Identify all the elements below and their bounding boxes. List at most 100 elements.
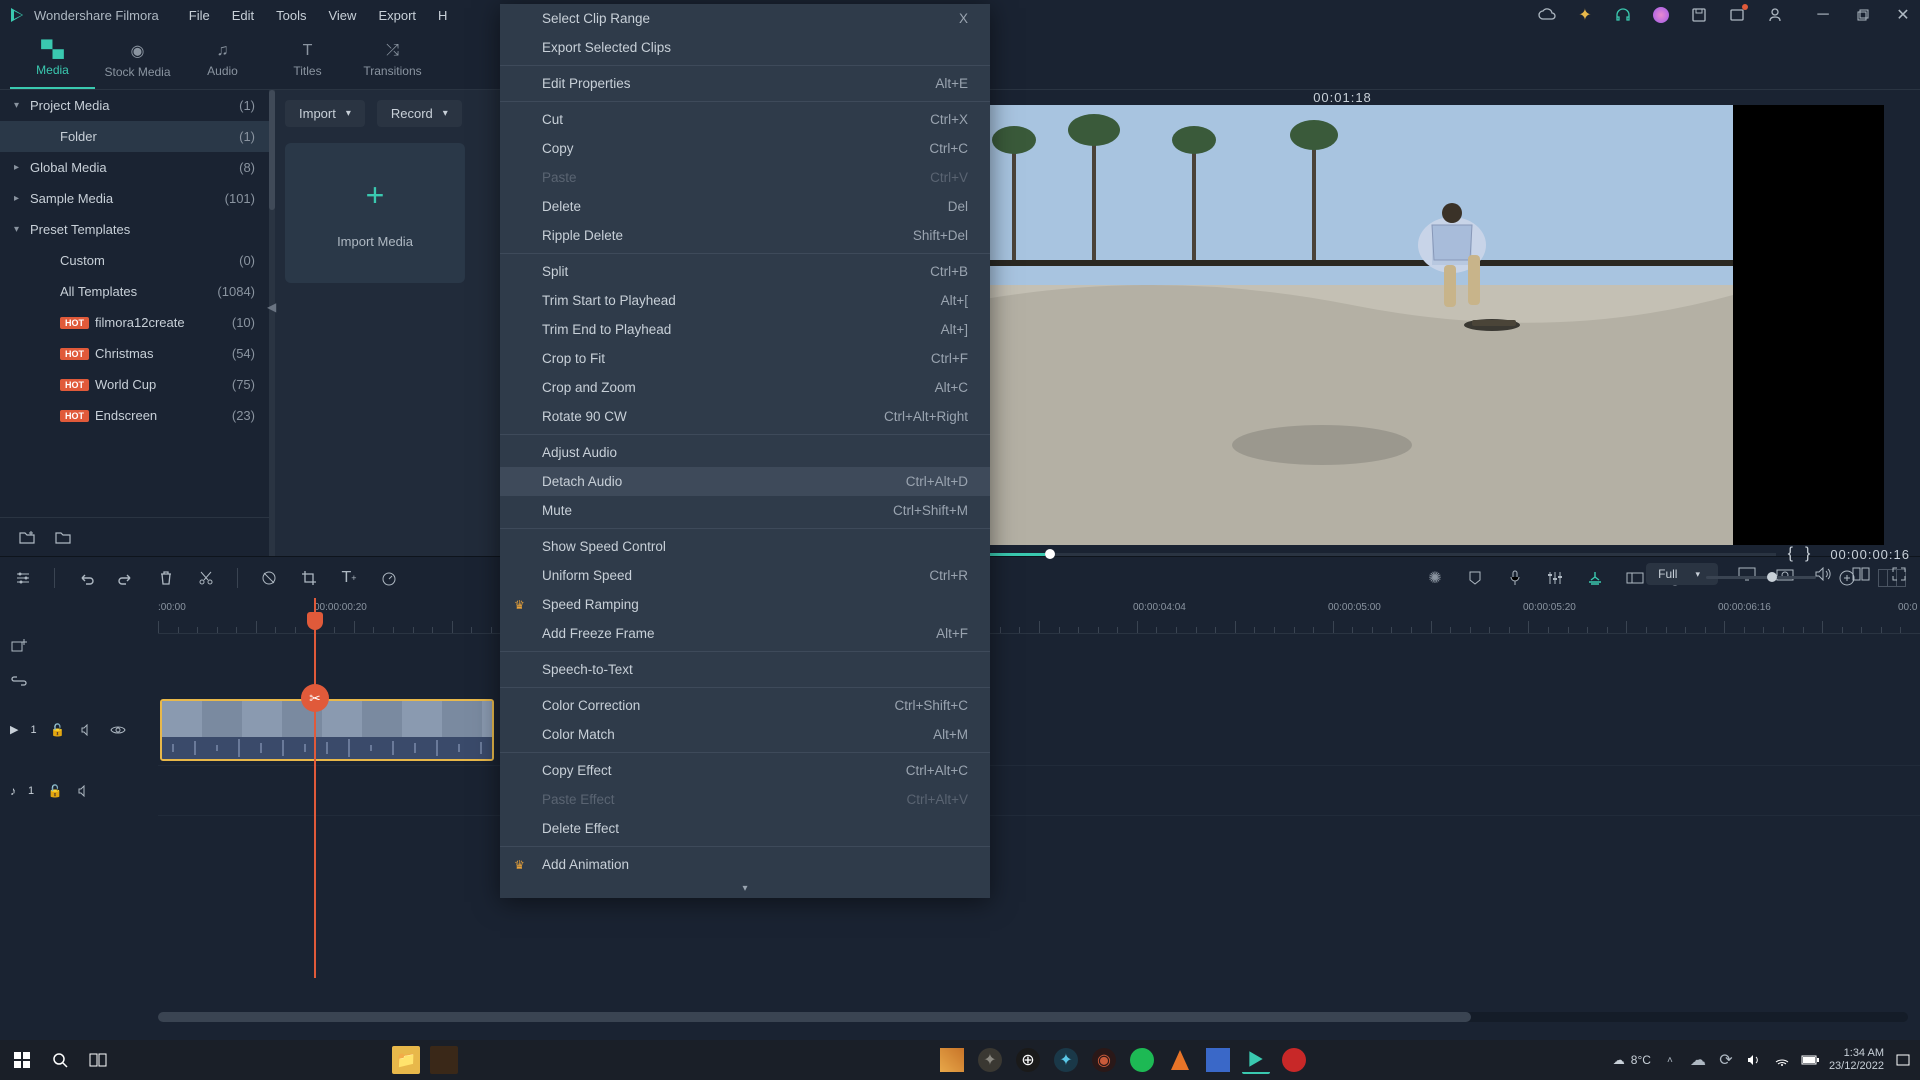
sidebar-item[interactable]: All Templates(1084) <box>0 276 275 307</box>
context-menu-item[interactable]: Color CorrectionCtrl+Shift+C <box>500 691 990 720</box>
notification-icon[interactable] <box>1728 6 1746 24</box>
tab-titles[interactable]: T Titles <box>265 30 350 89</box>
context-menu-item[interactable]: Edit PropertiesAlt+E <box>500 69 990 98</box>
settings-icon[interactable] <box>14 569 32 587</box>
menu-tools[interactable]: Tools <box>276 8 306 23</box>
menu-edit[interactable]: Edit <box>232 8 254 23</box>
mute-icon[interactable] <box>79 721 97 739</box>
redo-button[interactable] <box>117 569 135 587</box>
taskbar-app-3[interactable]: ✦ <box>976 1046 1004 1074</box>
add-track-icon[interactable] <box>10 636 28 654</box>
fullscreen-icon[interactable] <box>1890 565 1908 583</box>
task-view-button[interactable] <box>84 1046 112 1074</box>
context-menu-item[interactable]: Export Selected Clips <box>500 33 990 62</box>
lightbulb-icon[interactable]: ✦ <box>1576 6 1594 24</box>
context-menu-item[interactable]: ♛Speed Ramping <box>500 590 990 619</box>
tray-onedrive-icon[interactable]: ☁ <box>1689 1051 1707 1069</box>
snapshot-icon[interactable] <box>1776 565 1794 583</box>
lock-icon[interactable]: 🔓 <box>46 782 64 800</box>
playhead-split-icon[interactable]: ✂ <box>301 684 329 712</box>
taskbar-app-2[interactable] <box>938 1046 966 1074</box>
context-menu-item[interactable]: Delete Effect <box>500 814 990 843</box>
context-menu-item[interactable]: Uniform SpeedCtrl+R <box>500 561 990 590</box>
context-menu-item[interactable]: Crop to FitCtrl+F <box>500 344 990 373</box>
mark-in-icon[interactable]: { <box>1788 545 1793 563</box>
sidebar-item[interactable]: HOTEndscreen(23) <box>0 400 275 431</box>
context-menu-item[interactable]: SplitCtrl+B <box>500 257 990 286</box>
context-menu-item[interactable]: Crop and ZoomAlt+C <box>500 373 990 402</box>
tab-stock-media[interactable]: ◉ Stock Media <box>95 30 180 89</box>
tray-battery-icon[interactable] <box>1801 1051 1819 1069</box>
close-button[interactable]: ✕ <box>1894 6 1912 24</box>
tray-volume-icon[interactable] <box>1745 1051 1763 1069</box>
taskbar-app-7[interactable] <box>1204 1046 1232 1074</box>
context-menu-item[interactable]: MuteCtrl+Shift+M <box>500 496 990 525</box>
tray-notifications-icon[interactable] <box>1894 1051 1912 1069</box>
mark-out-icon[interactable]: } <box>1805 545 1810 563</box>
context-menu-item[interactable]: Select Clip RangeX <box>500 4 990 33</box>
context-menu-item[interactable]: ♛Add Animation <box>500 850 990 879</box>
sidebar-item[interactable]: HOTChristmas(54) <box>0 338 275 369</box>
import-media-box[interactable]: + Import Media <box>285 143 465 283</box>
tray-chevron-icon[interactable]: ˄ <box>1661 1051 1679 1069</box>
speed-button[interactable] <box>380 569 398 587</box>
lock-icon[interactable]: 🔓 <box>49 721 67 739</box>
record-dropdown[interactable]: Record▾ <box>377 100 462 127</box>
headphones-icon[interactable] <box>1614 6 1632 24</box>
context-menu-item[interactable]: Ripple DeleteShift+Del <box>500 221 990 250</box>
sidebar-item[interactable]: ▸Global Media(8) <box>0 152 275 183</box>
taskbar-app-filmora[interactable] <box>1242 1046 1270 1074</box>
denoise-icon[interactable] <box>260 569 278 587</box>
account-icon[interactable] <box>1766 6 1784 24</box>
avatar-icon[interactable] <box>1652 6 1670 24</box>
context-menu-item[interactable]: CutCtrl+X <box>500 105 990 134</box>
taskbar-app-vlc[interactable] <box>1166 1046 1194 1074</box>
timeline-ruler[interactable]: :00:0000:00:00:2000:00:04:0400:00:05:000… <box>158 598 1920 634</box>
preview-quality-select[interactable]: Full▾ <box>1646 563 1718 585</box>
cloud-icon[interactable] <box>1538 6 1556 24</box>
visibility-icon[interactable] <box>109 721 127 739</box>
crop-button[interactable] <box>300 569 318 587</box>
maximize-button[interactable] <box>1854 6 1872 24</box>
undo-button[interactable] <box>77 569 95 587</box>
tab-audio[interactable]: ♫ Audio <box>180 30 265 89</box>
menu-help-truncated[interactable]: H <box>438 8 447 23</box>
tray-network-icon[interactable] <box>1773 1051 1791 1069</box>
taskbar-app-8[interactable] <box>1280 1046 1308 1074</box>
context-menu-item[interactable]: CopyCtrl+C <box>500 134 990 163</box>
start-button[interactable] <box>8 1046 36 1074</box>
mute-icon[interactable] <box>76 782 94 800</box>
sidebar-item[interactable]: ▸Sample Media(101) <box>0 183 275 214</box>
volume-icon[interactable] <box>1814 565 1832 583</box>
context-menu-item[interactable]: Detach AudioCtrl+Alt+D <box>500 467 990 496</box>
context-menu-item[interactable]: Trim Start to PlayheadAlt+[ <box>500 286 990 315</box>
split-button[interactable] <box>197 569 215 587</box>
audio-track[interactable]: ♪ 1 🔓 <box>158 766 1920 816</box>
timeline-scrollbar[interactable] <box>158 1012 1908 1022</box>
context-menu-item[interactable]: Copy EffectCtrl+Alt+C <box>500 756 990 785</box>
menu-file[interactable]: File <box>189 8 210 23</box>
context-menu-item[interactable]: Trim End to PlayheadAlt+] <box>500 315 990 344</box>
menu-export[interactable]: Export <box>378 8 416 23</box>
menu-view[interactable]: View <box>328 8 356 23</box>
context-menu-scroll-down[interactable]: ▾ <box>500 879 990 898</box>
tab-media[interactable]: ▀▄ Media <box>10 30 95 89</box>
context-menu-item[interactable]: Add Freeze FrameAlt+F <box>500 619 990 648</box>
sidebar-item[interactable]: ▾Preset Templates <box>0 214 275 245</box>
video-track[interactable]: ▶ 1 🔓 <box>158 694 1920 766</box>
scrubber-handle[interactable] <box>1045 549 1055 559</box>
import-dropdown[interactable]: Import▾ <box>285 100 365 127</box>
collapse-sidebar-icon[interactable]: ◀ <box>267 300 276 314</box>
taskbar-app-explorer[interactable]: 📁 <box>392 1046 420 1074</box>
minimize-button[interactable]: ─ <box>1814 6 1832 24</box>
compare-icon[interactable] <box>1852 565 1870 583</box>
sidebar-item[interactable]: HOTfilmora12create(10) <box>0 307 275 338</box>
display-icon[interactable] <box>1738 565 1756 583</box>
folder-icon[interactable] <box>54 528 72 546</box>
context-menu-item[interactable]: Show Speed Control <box>500 532 990 561</box>
delete-button[interactable] <box>157 569 175 587</box>
sidebar-item[interactable]: Custom(0) <box>0 245 275 276</box>
video-clip[interactable] <box>160 699 494 761</box>
tray-update-icon[interactable]: ⟳ <box>1717 1051 1735 1069</box>
new-folder-icon[interactable] <box>18 528 36 546</box>
